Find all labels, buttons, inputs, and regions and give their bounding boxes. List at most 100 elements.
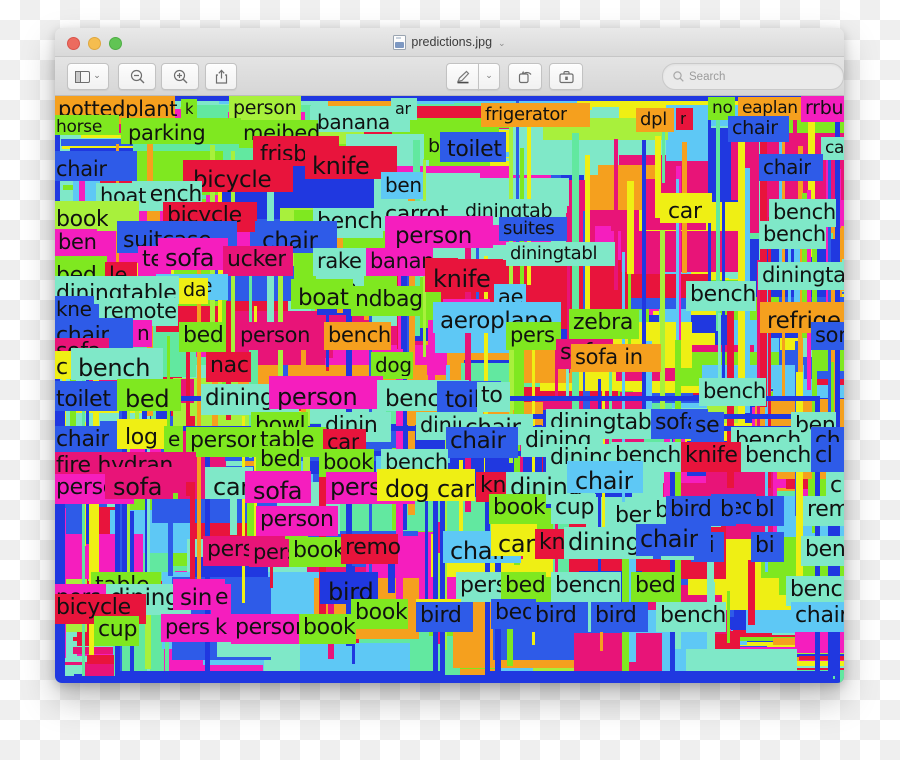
- detection-label: e: [215, 586, 229, 610]
- detection-label: knife: [433, 266, 491, 292]
- share-button[interactable]: [205, 63, 237, 90]
- detection-label: frigerator: [485, 105, 568, 125]
- detection-label: ndbag: [355, 288, 423, 312]
- detection-label: bed: [260, 448, 301, 472]
- detection-label: kn: [539, 531, 566, 555]
- window-titlebar[interactable]: predictions.jpg ⌄: [55, 28, 844, 57]
- detection-label: book: [355, 601, 408, 625]
- detection-label: sofa: [165, 245, 215, 271]
- detection-label: knife: [312, 153, 370, 179]
- rotate-button[interactable]: [508, 63, 542, 90]
- detection-label: person: [235, 616, 309, 640]
- detection-label: k: [215, 616, 227, 639]
- detection-label: cup: [98, 618, 138, 642]
- detection-label: ar: [395, 100, 411, 118]
- detection-label: chair: [795, 604, 844, 628]
- chevron-down-icon[interactable]: ⌄: [498, 38, 506, 49]
- detection-label: n: [137, 322, 150, 344]
- detection-label: remo: [807, 498, 844, 522]
- share-icon: [215, 69, 227, 84]
- detection-label: bench: [690, 283, 756, 307]
- detection-label: car: [437, 476, 474, 502]
- detection-label: bench: [790, 578, 844, 602]
- detection-label: da: [183, 280, 207, 301]
- detection-label: bird: [420, 604, 462, 628]
- detection-label: r: [680, 110, 687, 128]
- zoom-in-button[interactable]: [161, 63, 199, 90]
- detection-label: bench: [745, 444, 811, 468]
- detection-label: rrbus: [805, 98, 844, 119]
- search-icon: [673, 71, 684, 82]
- screenshot-stage: predictions.jpg ⌄ ⌄ ⌄ Search pottedplant…: [0, 0, 900, 760]
- detection-label: chair: [56, 428, 110, 452]
- zoom-out-icon: [130, 69, 144, 84]
- detection-label: bench: [763, 223, 826, 246]
- detection-label: person: [395, 224, 473, 249]
- page-title: predictions.jpg: [411, 35, 493, 49]
- zoom-in-icon: [173, 69, 187, 84]
- rotate-left-icon: [518, 70, 531, 84]
- detection-label: car: [498, 531, 535, 557]
- detection-label: bencn: [555, 574, 621, 598]
- chevron-down-icon[interactable]: ⌄: [93, 70, 101, 81]
- detection-label: sone: [815, 324, 844, 347]
- detection-label: to: [481, 384, 503, 408]
- markup-button[interactable]: [446, 63, 479, 90]
- detection-label: bed: [495, 601, 536, 625]
- detection-label: sofa: [253, 478, 303, 504]
- detection-label: bird: [595, 604, 637, 628]
- toolkit-icon: [558, 70, 574, 83]
- chevron-down-icon[interactable]: ⌄: [485, 70, 493, 81]
- detection-label: parking: [128, 122, 206, 145]
- detection-label: log: [125, 426, 158, 450]
- detection-label: kne: [56, 298, 92, 320]
- detection-label: c: [830, 474, 842, 498]
- zoom-out-button[interactable]: [118, 63, 156, 90]
- detection-label: chair: [575, 468, 634, 494]
- jpeg-document-icon: [393, 34, 407, 50]
- detection-label: chair: [732, 118, 778, 139]
- detection-label: se: [695, 414, 720, 438]
- detection-label: book: [323, 451, 373, 474]
- detection-label: dpl: [640, 110, 667, 130]
- detection-label: bench: [78, 355, 151, 381]
- detection-label: toilet: [447, 138, 502, 162]
- window-toolbar: ⌄ ⌄ Search: [55, 57, 844, 96]
- detection-label: dog: [385, 476, 430, 502]
- detection-label: book: [493, 496, 546, 520]
- detection-label: cup: [555, 496, 595, 520]
- detection-label: sofa in: [575, 346, 643, 369]
- image-canvas[interactable]: pottedplant horse k person banana ar frigerato…: [55, 96, 844, 683]
- detection-label: person: [190, 429, 264, 453]
- detection-label: bird: [670, 498, 712, 522]
- detection-label: person: [233, 98, 297, 119]
- sidebar-toggle-button[interactable]: ⌄: [67, 63, 109, 90]
- detection-label: chair: [640, 526, 699, 552]
- detection-label: bed: [125, 386, 170, 412]
- detection-label: banana: [317, 111, 391, 133]
- detection-label: person: [260, 508, 334, 532]
- tools-button[interactable]: [549, 63, 583, 90]
- detection-label: rake: [317, 250, 362, 273]
- detection-label: zebra: [573, 311, 634, 335]
- search-field[interactable]: Search: [662, 63, 844, 90]
- detection-label: book: [303, 616, 356, 640]
- search-input[interactable]: Search: [689, 71, 725, 83]
- detection-label: ben: [58, 231, 97, 254]
- window-title-group: predictions.jpg ⌄: [55, 28, 844, 56]
- detection-label: remo: [345, 536, 401, 560]
- detection-label: dining: [568, 529, 641, 555]
- detection-label: horse: [56, 118, 102, 137]
- markup-options-button[interactable]: ⌄: [478, 63, 500, 90]
- detection-label: bed: [505, 574, 546, 598]
- detection-label: diningta: [762, 264, 844, 287]
- detection-label: sofa: [113, 474, 163, 500]
- detection-label: chair: [56, 158, 107, 181]
- detection-label: suites: [503, 219, 555, 239]
- detection-label: person: [240, 324, 311, 347]
- detection-label: bird: [535, 604, 577, 628]
- detection-label: c: [56, 356, 68, 380]
- detection-label: bench: [328, 324, 391, 347]
- detection-label: book: [293, 539, 346, 563]
- detection-label: chair: [450, 429, 506, 454]
